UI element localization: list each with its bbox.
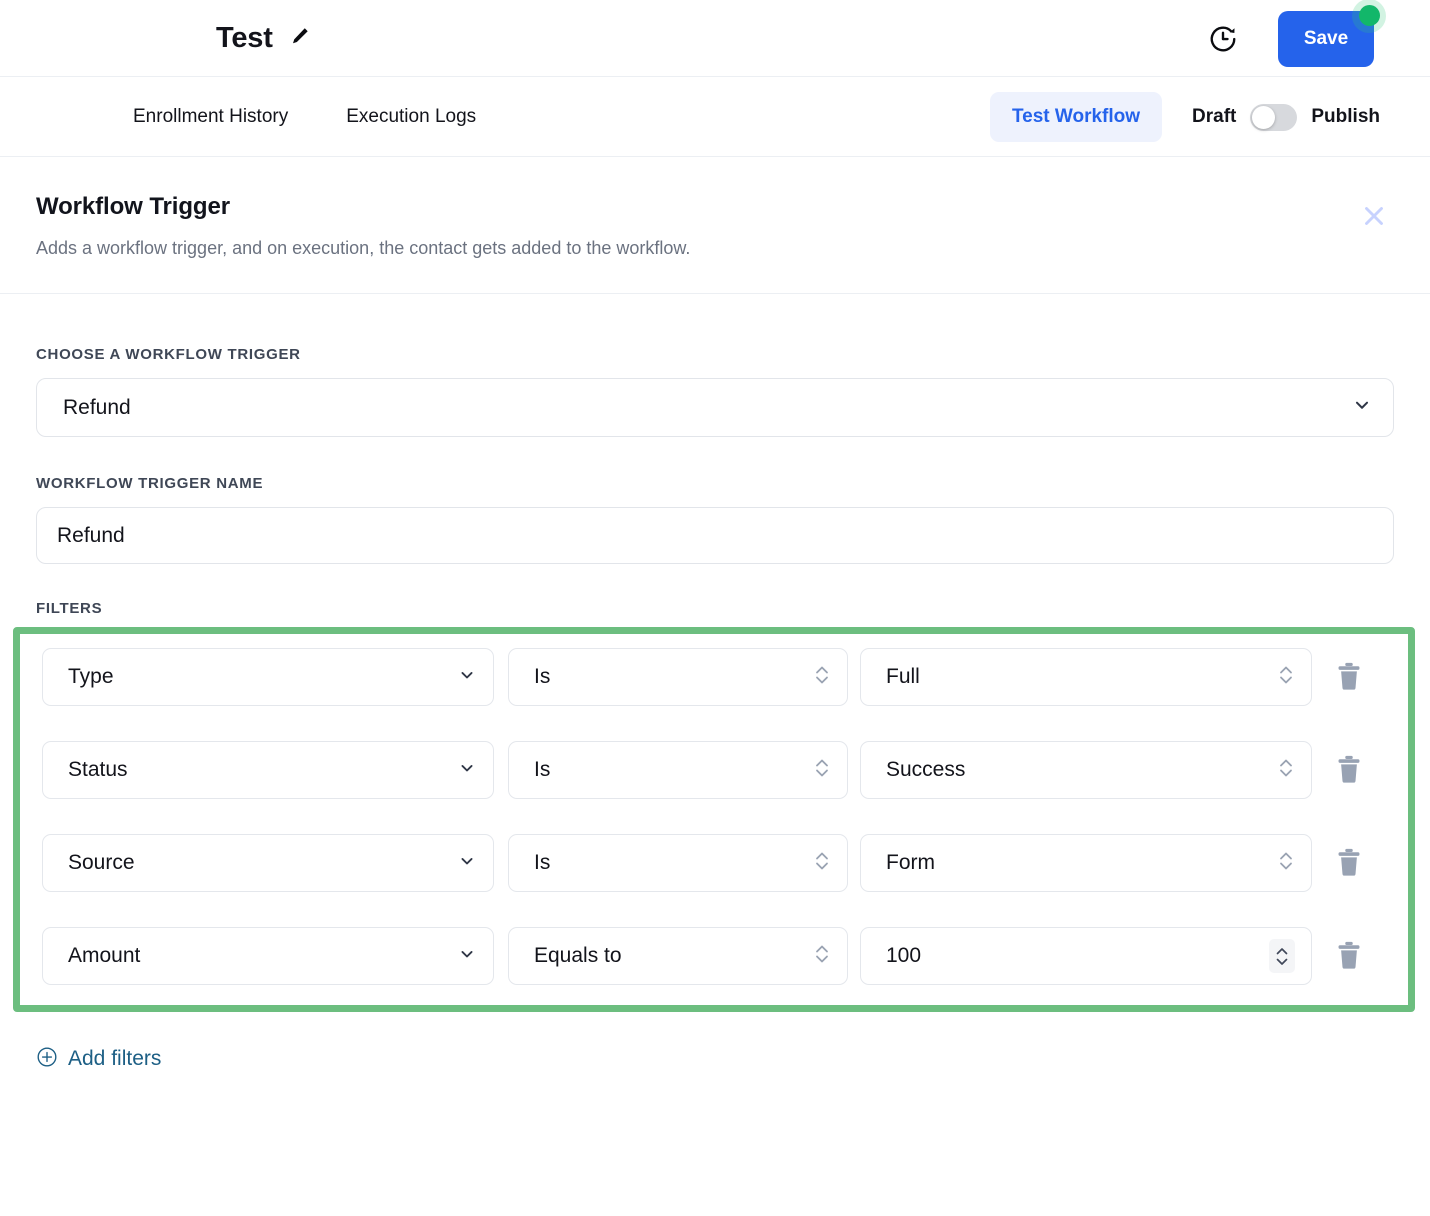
publish-label: Publish [1311, 106, 1380, 127]
filter-field-select[interactable]: Amount [42, 927, 494, 985]
trash-icon[interactable] [1312, 754, 1386, 786]
filters-label: FILTERS [36, 600, 103, 617]
draft-label: Draft [1192, 106, 1237, 127]
filter-field-select[interactable]: Status [42, 741, 494, 799]
stepper-updown-icon [1277, 847, 1295, 880]
draft-publish-toggle-group: Draft Publish [1192, 103, 1380, 131]
filter-operator-value: Equals to [534, 944, 622, 967]
filter-operator-select[interactable]: Is [508, 834, 848, 892]
add-filters-button[interactable]: Add filters [36, 1046, 161, 1071]
workflow-trigger-select[interactable]: Refund [36, 378, 1394, 437]
sub-nav-tabs: Enrollment History Execution Logs [133, 106, 476, 128]
stepper-updown-icon [813, 940, 831, 973]
filter-value: 100 [886, 944, 922, 967]
save-button-wrapper: Save [1278, 0, 1386, 67]
workflow-trigger-select-value: Refund [63, 395, 131, 419]
page-title: Test [216, 21, 273, 54]
filter-value-select[interactable]: Full [860, 648, 1312, 706]
table-row: Source Is Form [42, 834, 1386, 892]
stepper-updown-icon [813, 661, 831, 694]
panel-title: Workflow Trigger [36, 193, 230, 220]
table-row: Amount Equals to 100 [42, 927, 1386, 985]
add-filters-label: Add filters [68, 1046, 162, 1070]
history-clock-icon[interactable] [1208, 24, 1238, 54]
chevron-down-icon [457, 944, 477, 969]
pencil-icon[interactable] [289, 25, 311, 52]
filter-value-number-input[interactable]: 100 [860, 927, 1312, 985]
trigger-form: CHOOSE A WORKFLOW TRIGGER Refund WORKFLO… [0, 346, 1430, 1073]
table-row: Status Is Success [42, 741, 1386, 799]
filter-operator-value: Is [534, 851, 551, 874]
filter-field-value: Amount [68, 944, 141, 967]
choose-trigger-label: CHOOSE A WORKFLOW TRIGGER [36, 346, 301, 363]
filter-value: Form [886, 851, 935, 874]
filters-highlight-box: Type Is Full Status Is Success Source Is… [13, 627, 1415, 1012]
trigger-name-input[interactable]: Refund [36, 507, 1394, 564]
stepper-updown-icon [1277, 661, 1295, 694]
filter-value-select[interactable]: Form [860, 834, 1312, 892]
filter-rows: Type Is Full Status Is Success Source Is… [20, 648, 1408, 985]
chevron-down-icon [1351, 394, 1373, 421]
stepper-updown-icon [813, 754, 831, 787]
panel-description: Adds a workflow trigger, and on executio… [36, 238, 691, 258]
filter-field-value: Type [68, 665, 114, 688]
filter-field-select[interactable]: Type [42, 648, 494, 706]
header-actions: Save [1208, 0, 1386, 77]
filter-value: Success [886, 758, 966, 781]
close-x-icon[interactable] [1359, 201, 1389, 231]
sub-nav-actions: Test Workflow Draft Publish [989, 77, 1380, 157]
filter-operator-value: Is [534, 758, 551, 781]
stepper-updown-icon [1277, 754, 1295, 787]
workflow-title-group: Test [216, 22, 311, 55]
filter-field-value: Source [68, 851, 135, 874]
number-spinner-icon[interactable] [1269, 939, 1295, 973]
trash-icon[interactable] [1312, 847, 1386, 879]
sub-nav-bar: Enrollment History Execution Logs Test W… [0, 77, 1430, 157]
trigger-name-input-value: Refund [57, 523, 125, 547]
filter-field-select[interactable]: Source [42, 834, 494, 892]
panel-header: Workflow Trigger Adds a workflow trigger… [0, 157, 1430, 294]
top-header-bar: Test Save [0, 0, 1430, 77]
stepper-updown-icon [813, 847, 831, 880]
filter-operator-value: Is [534, 665, 551, 688]
filter-operator-select[interactable]: Is [508, 741, 848, 799]
filter-value-select[interactable]: Success [860, 741, 1312, 799]
tab-enrollment-history[interactable]: Enrollment History [133, 106, 288, 128]
filter-operator-select[interactable]: Equals to [508, 927, 848, 985]
table-row: Type Is Full [42, 648, 1386, 706]
toggle-knob [1252, 105, 1276, 129]
filter-operator-select[interactable]: Is [508, 648, 848, 706]
chevron-down-icon [457, 758, 477, 783]
publish-toggle[interactable] [1250, 103, 1298, 131]
test-workflow-button[interactable]: Test Workflow [989, 92, 1163, 142]
plus-circle-icon [36, 1046, 58, 1071]
trigger-name-label: WORKFLOW TRIGGER NAME [36, 475, 264, 492]
trash-icon[interactable] [1312, 661, 1386, 693]
save-button[interactable]: Save [1278, 10, 1374, 67]
trash-icon[interactable] [1312, 940, 1386, 972]
filter-field-value: Status [68, 758, 128, 781]
chevron-down-icon [457, 851, 477, 876]
filter-value: Full [886, 665, 920, 688]
chevron-down-icon [457, 665, 477, 690]
tab-execution-logs[interactable]: Execution Logs [346, 106, 476, 128]
